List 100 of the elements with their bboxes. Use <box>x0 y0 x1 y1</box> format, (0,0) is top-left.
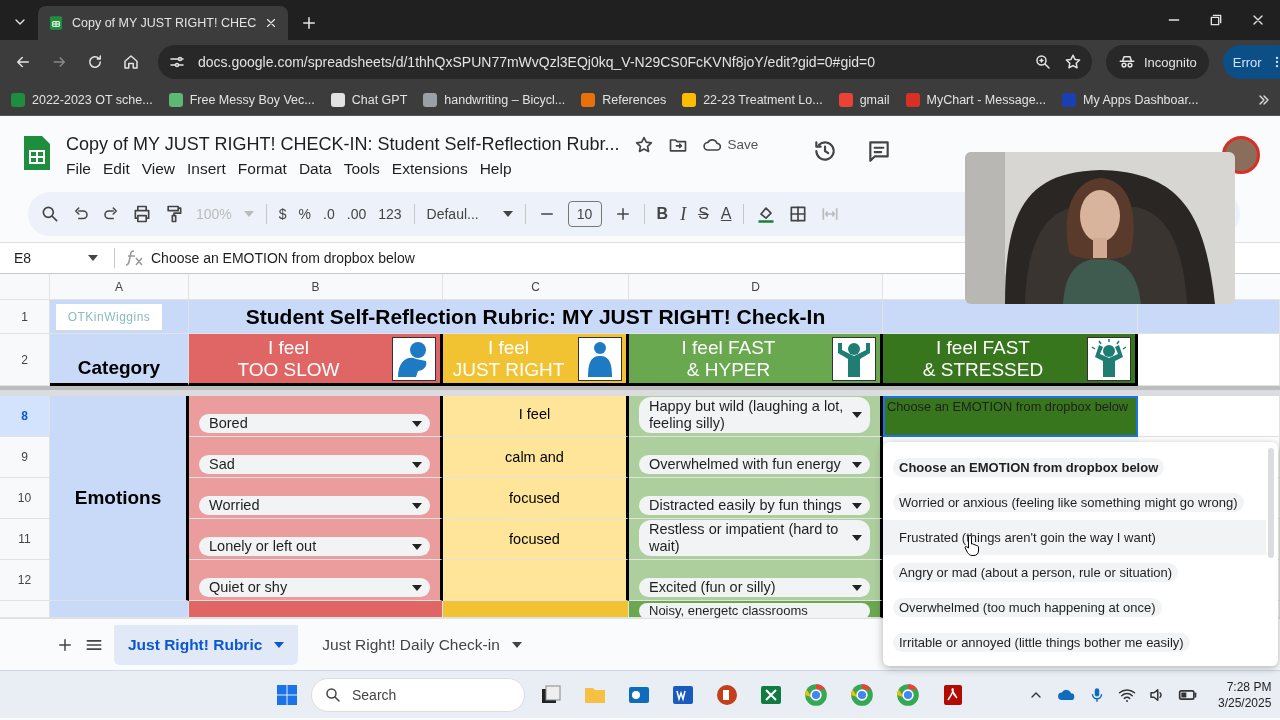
caret-icon <box>412 502 422 509</box>
menu-option[interactable]: Irritable or annoyed (little things bother me easily) <box>883 625 1266 660</box>
star-icon[interactable] <box>1064 53 1082 71</box>
table-cell: Category <box>50 334 189 386</box>
reload-icon[interactable] <box>86 53 104 71</box>
dropdown-chip[interactable]: Excited (fun or silly) <box>639 578 870 597</box>
row-header[interactable]: 8 <box>0 396 50 437</box>
level-label: & STRESSED <box>922 358 1044 381</box>
bookmark[interactable]: My Apps Dashboar... <box>1061 91 1199 108</box>
row-header[interactable]: 12 <box>0 560 50 601</box>
bookmark[interactable]: MyChart - Message... <box>904 91 1046 108</box>
menu-option[interactable]: Choose an EMOTION from dropbox below <box>883 450 1266 485</box>
dropdown-chip[interactable]: Worried <box>199 496 430 515</box>
column-header[interactable]: B <box>189 274 443 300</box>
dropdown-chip[interactable]: Sad <box>199 455 430 474</box>
bookmark[interactable]: Chat GPT <box>329 91 408 108</box>
fill-color-icon[interactable] <box>756 204 777 224</box>
menu-item[interactable]: Edit <box>97 159 136 179</box>
row-header[interactable]: 2 <box>0 334 50 386</box>
menu-item[interactable]: Insert <box>181 159 232 179</box>
wifi-icon[interactable] <box>1118 686 1136 704</box>
menu-item[interactable]: Format <box>231 159 293 179</box>
menu-item[interactable]: Data <box>292 159 338 179</box>
bookmark[interactable]: 22-23 Treatment Lo... <box>681 91 823 108</box>
caret-icon <box>243 211 254 217</box>
incognito-button[interactable]: Incognito <box>1106 45 1209 79</box>
level-label: I feel FAST <box>681 336 776 359</box>
slides-app-icon[interactable] <box>715 682 739 707</box>
dropdown-chip[interactable]: Bored <box>199 414 430 433</box>
menu-item[interactable]: Help <box>473 159 518 179</box>
search-icon[interactable] <box>40 204 60 224</box>
number-format-button[interactable]: 123 <box>378 206 402 222</box>
strikethrough-button[interactable]: S <box>698 205 709 223</box>
print-icon[interactable] <box>132 204 152 224</box>
caret-icon <box>274 641 285 648</box>
browser-icon[interactable] <box>895 681 921 708</box>
caret-icon <box>852 535 862 541</box>
dropdown-chip[interactable]: Restless or impatient (hard to wait) <box>639 520 870 556</box>
bookmark[interactable]: 2022-2023 OT sche... <box>10 91 153 108</box>
menu-item[interactable]: View <box>135 159 182 179</box>
bookmark[interactable]: References <box>580 91 667 108</box>
sheet-tab[interactable]: Just Right! Daily Check-in <box>308 624 536 665</box>
menu-option[interactable]: Worried or anxious (feeling like something might go wrong) <box>883 485 1266 520</box>
address-bar[interactable]: docs.google.com/spreadsheets/d/1thhQxSPUN77mWvQzl3EQj0kq_V-N29CS0FcKVNf8joY/edit?gid=0#gid=0 <box>158 45 1092 79</box>
row-header[interactable]: 9 <box>0 437 50 478</box>
caret-icon <box>88 255 98 261</box>
increase-decimals-button[interactable]: .00 <box>346 206 367 222</box>
caret-icon <box>511 641 522 648</box>
bookmark[interactable]: handwriting – Bicycl... <box>422 91 566 108</box>
bookmark[interactable]: gmail <box>837 91 890 108</box>
bookmark[interactable]: Free Messy Boy Vec... <box>167 91 315 108</box>
decrease-decimals-button[interactable]: .0 <box>323 206 335 222</box>
dropdown-chip[interactable]: Lonely or left out <box>199 537 430 556</box>
italic-button[interactable]: I <box>680 203 687 225</box>
column-header[interactable]: D <box>629 274 883 300</box>
row-header[interactable]: 1 <box>0 300 50 334</box>
bold-button[interactable]: B <box>656 205 669 223</box>
menu-item[interactable]: File <box>60 159 97 179</box>
search-field[interactable]: Search <box>311 677 525 712</box>
restore-icon[interactable] <box>1208 12 1224 28</box>
currency-button[interactable]: $ <box>278 206 287 222</box>
sheets-logo-icon[interactable] <box>22 134 52 172</box>
error-button[interactable]: Error <box>1222 45 1280 79</box>
dropdown-chip[interactable]: Distracted easily by fun things <box>639 496 870 515</box>
percent-button[interactable]: % <box>298 206 312 222</box>
borders-icon[interactable] <box>788 204 809 224</box>
scrollbar[interactable] <box>1268 448 1274 558</box>
zoom-icon[interactable] <box>1034 53 1052 71</box>
pdf-app-icon[interactable] <box>941 682 965 707</box>
clock[interactable]: 7:28 PM 3/25/2025 <box>1218 679 1272 711</box>
caret-icon <box>412 584 422 591</box>
level-label: TOO SLOW <box>237 358 340 381</box>
row-header[interactable]: 10 <box>0 478 50 519</box>
font-select[interactable]: Defaul... <box>426 206 491 222</box>
start-icon[interactable] <box>275 682 299 707</box>
font-size-field[interactable]: 10 <box>567 201 602 227</box>
document-title[interactable]: Copy of MY JUST RIGHT! CHECK-IN: Student Self-Reflection Rubr... <box>66 134 620 155</box>
browser-icon[interactable] <box>803 681 829 708</box>
sheet-tab[interactable]: Just Right! Rubric <box>114 624 299 665</box>
name-box[interactable]: E8 <box>0 250 88 266</box>
row-header[interactable]: 11 <box>0 519 50 560</box>
dropdown-chip[interactable]: Overwhelmed with fun energy <box>639 455 870 474</box>
formula-field[interactable]: Choose an EMOTION from dropbox below <box>151 250 415 266</box>
dropdown-chip[interactable]: Noisy, energetc classrooms <box>639 603 870 618</box>
star-icon[interactable] <box>633 134 654 155</box>
browser-icon[interactable] <box>849 681 875 708</box>
caret-icon <box>502 211 513 217</box>
menu-item[interactable]: Extensions <box>385 159 474 179</box>
menu-option[interactable]: Angry or mad (about a person, rule or situation) <box>883 555 1266 590</box>
menu-item[interactable]: Tools <box>337 159 386 179</box>
paint-format-icon[interactable] <box>164 204 184 224</box>
text-color-button[interactable]: A <box>720 205 732 223</box>
dropdown-chip[interactable]: Happy but wild (laughing a lot, feeling silly) <box>639 397 870 433</box>
menu-option[interactable]: Overwhelmed (too much happening at once) <box>883 590 1266 625</box>
column-header[interactable]: A <box>50 274 189 300</box>
column-header[interactable]: C <box>443 274 629 300</box>
sheet-title: Student Self-Reflection Rubric: MY JUST RIGHT! Check-In <box>189 300 883 334</box>
browser-tab[interactable]: Copy of MY JUST RIGHT! CHEC <box>38 6 289 40</box>
dropdown-chip[interactable]: Quiet or shy <box>199 578 430 597</box>
home-icon[interactable] <box>122 53 140 71</box>
